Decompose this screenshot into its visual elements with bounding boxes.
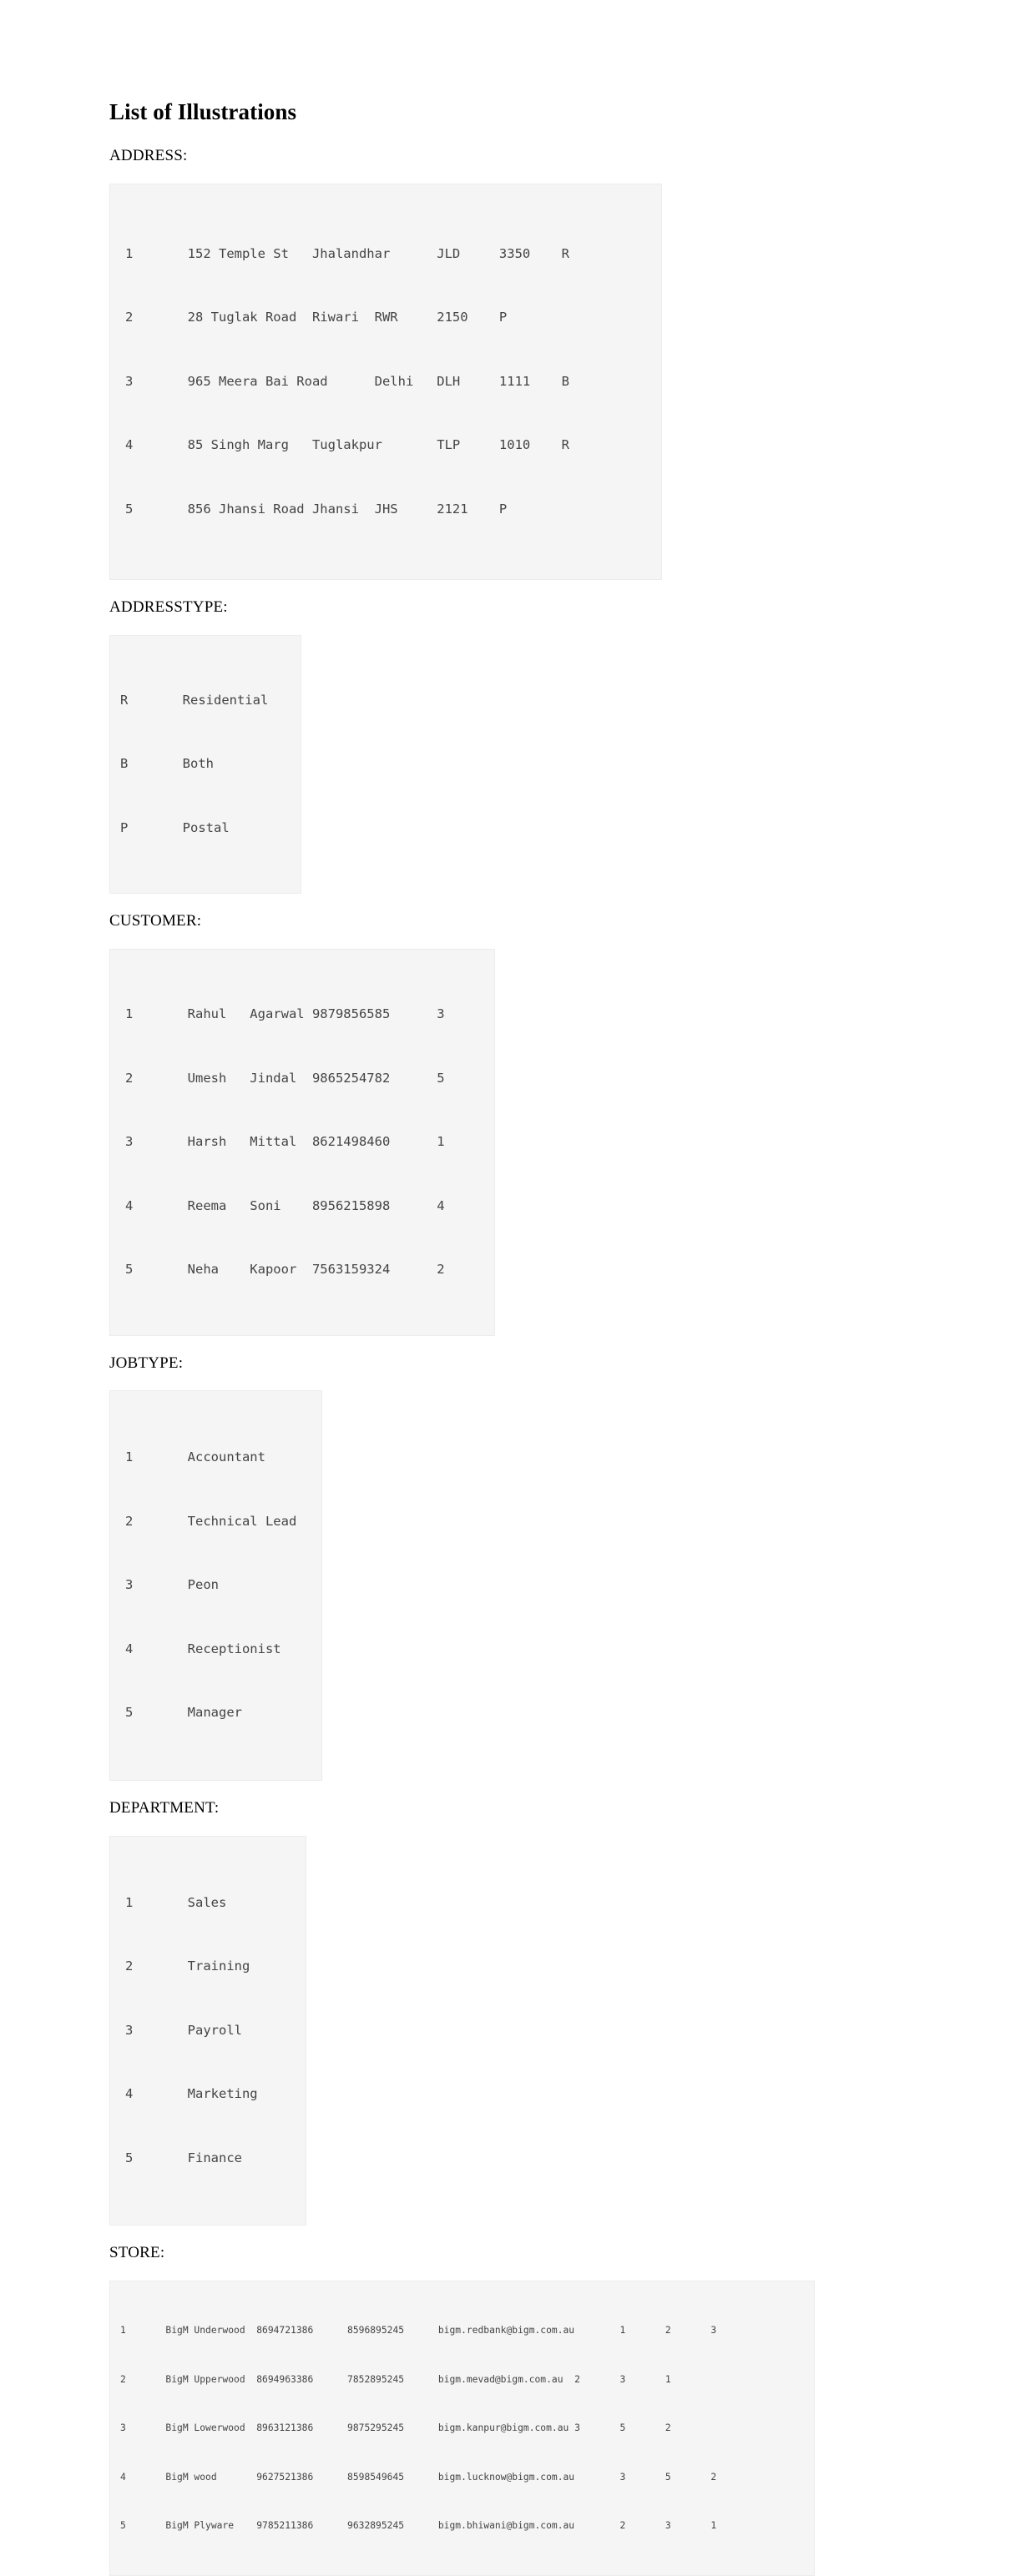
- table-row: 1 Sales: [125, 1894, 227, 1910]
- document-content: List of Illustrations ADDRESS: 1 152 Tem…: [109, 98, 927, 2576]
- document-page: List of Illustrations ADDRESS: 1 152 Tem…: [0, 0, 1036, 2576]
- table-row: 4 85 Singh Marg Tuglakpur TLP 1010 R: [125, 437, 569, 453]
- table-row: B Both: [120, 756, 214, 772]
- table-row: 3 965 Meera Bai Road Delhi DLH 1111 B: [125, 373, 569, 389]
- table-row: 1 BigM Underwood 8694721386 8596895245 b…: [120, 2325, 717, 2337]
- section-label-customer: CUSTOMER:: [109, 912, 202, 930]
- table-row: 1 Rahul Agarwal 9879856585 3: [125, 1006, 445, 1022]
- table-row: 2 Umesh Jindal 9865254782 5: [125, 1070, 445, 1086]
- table-customer: 1 Rahul Agarwal 9879856585 3 2 Umesh Jin…: [109, 949, 495, 1336]
- section-label-addresstype: ADDRESSTYPE:: [109, 598, 228, 617]
- table-row: 2 BigM Upperwood 8694963386 7852895245 b…: [120, 2373, 671, 2385]
- table-row: 2 Training: [125, 1958, 250, 1974]
- table-department: 1 Sales 2 Training 3 Payroll 4 Marketing…: [109, 1835, 306, 2226]
- table-row: 4 BigM wood 9627521386 8598549645 bigm.l…: [120, 2471, 717, 2483]
- table-row: 5 BigM Plyware 9785211386 9632895245 big…: [120, 2520, 717, 2532]
- table-row: 5 Neha Kapoor 7563159324 2: [125, 1262, 445, 1278]
- table-row: 4 Receptionist: [125, 1641, 281, 1656]
- section-label-address: ADDRESS:: [109, 146, 188, 164]
- table-row: 3 Harsh Mittal 8621498460 1: [125, 1134, 445, 1150]
- table-row: 5 Finance: [125, 2150, 242, 2165]
- table-row: P Postal: [120, 819, 230, 835]
- table-row: 5 Manager: [125, 1705, 242, 1721]
- table-row: 4 Reema Soni 8956215898 4: [125, 1197, 445, 1213]
- table-row: 1 152 Temple St Jhalandhar JLD 3350 R: [125, 245, 569, 261]
- table-row: 5 856 Jhansi Road Jhansi JHS 2121 P: [125, 501, 508, 517]
- table-jobtype: 1 Accountant 2 Technical Lead 3 Peon 4 R…: [109, 1390, 322, 1781]
- section-label-jobtype: JOBTYPE:: [109, 1354, 184, 1372]
- table-row: 2 Technical Lead: [125, 1513, 297, 1529]
- table-row: 4 Marketing: [125, 2086, 258, 2102]
- table-row: 1 Accountant: [125, 1449, 265, 1465]
- section-label-department: DEPARTMENT:: [109, 1798, 220, 1817]
- section-label-store: STORE:: [109, 2244, 165, 2262]
- table-addresstype: R Residential B Both P Postal: [109, 634, 301, 895]
- page-title: List of Illustrations: [109, 99, 297, 124]
- table-address: 1 152 Temple St Jhalandhar JLD 3350 R 2 …: [109, 183, 662, 581]
- table-row: 3 Peon: [125, 1577, 219, 1593]
- table-row: 3 Payroll: [125, 2022, 242, 2038]
- table-row: 2 28 Tuglak Road Riwari RWR 2150 P: [125, 310, 508, 325]
- table-row: 3 BigM Lowerwood 8963121386 9875295245 b…: [120, 2422, 671, 2434]
- table-row: R Residential: [120, 692, 269, 708]
- table-store: 1 BigM Underwood 8694721386 8596895245 b…: [109, 2281, 815, 2576]
